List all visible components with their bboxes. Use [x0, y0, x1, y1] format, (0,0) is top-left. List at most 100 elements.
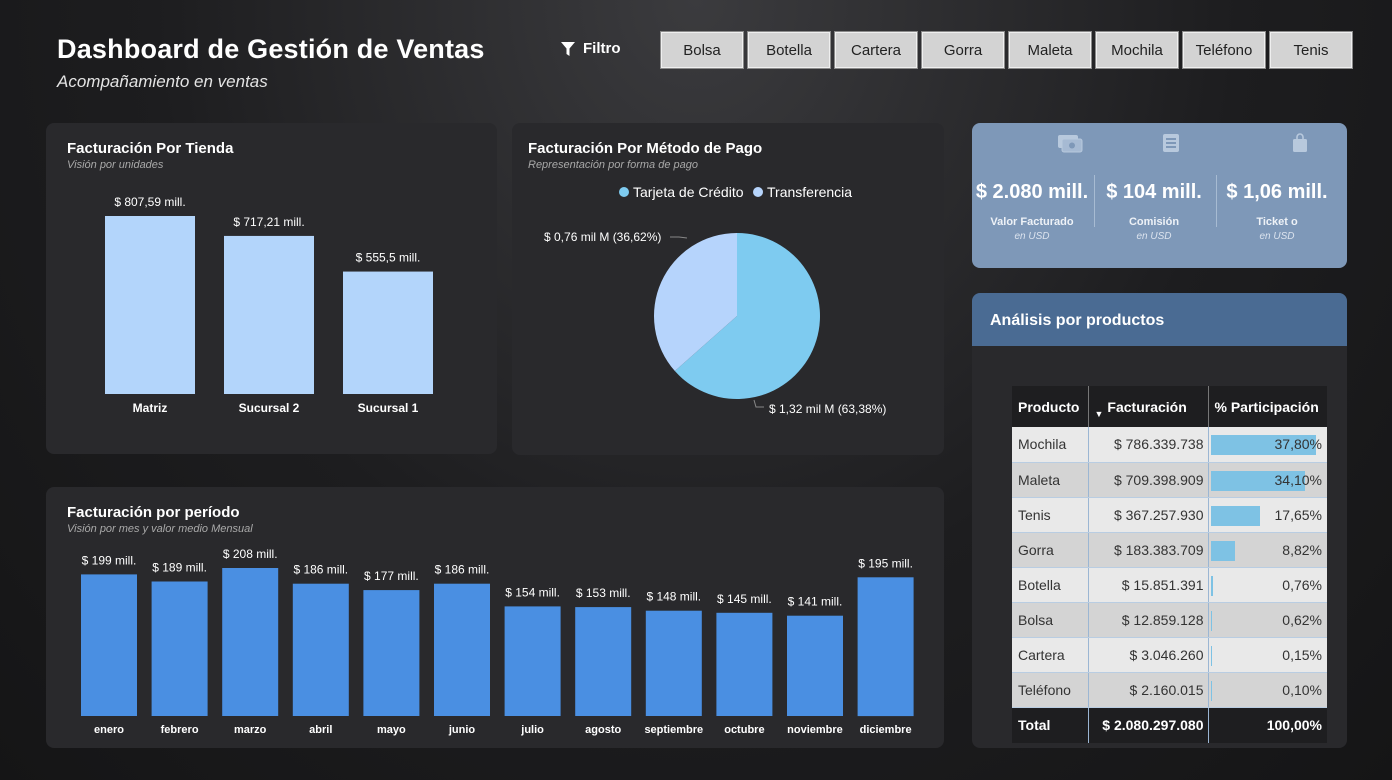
category-label: abril — [309, 724, 332, 736]
cell-participacion: 37,80% — [1208, 427, 1327, 463]
participation-bar — [1210, 610, 1213, 631]
slicer-button-gorra[interactable]: Gorra — [921, 31, 1005, 69]
slicer-button-cartera[interactable]: Cartera — [834, 31, 918, 69]
participation-bar — [1210, 505, 1260, 526]
bar — [787, 615, 843, 716]
cell-facturacion: $ 709.398.909 — [1088, 462, 1209, 498]
participation-value: 0,15% — [1282, 646, 1322, 663]
category-label: octubre — [724, 724, 764, 736]
participation-value: 0,10% — [1282, 681, 1322, 698]
category-label: septiembre — [644, 724, 703, 736]
participation-value: 17,65% — [1274, 506, 1322, 523]
column-header-participacion[interactable]: % Participación — [1208, 386, 1327, 427]
column-header-producto[interactable]: Producto — [1012, 386, 1089, 427]
bar — [363, 590, 420, 716]
participation-value: 0,62% — [1282, 611, 1322, 628]
payment-panel: Facturación Por Método de Pago Represent… — [512, 123, 944, 455]
data-label: $ 555,5 mill. — [356, 251, 421, 265]
data-label: $ 0,76 mil M (36,62%) — [544, 230, 661, 244]
cell-producto: Botella — [1012, 567, 1089, 603]
data-label: $ 807,59 mill. — [114, 195, 185, 209]
cell-facturacion: $ 183.383.709 — [1088, 532, 1209, 568]
legend-marker — [619, 187, 629, 197]
kpi-unit: en USD — [1014, 231, 1050, 242]
category-label: marzo — [234, 724, 267, 736]
cell-producto: Teléfono — [1012, 672, 1089, 708]
slicer-button-telefono[interactable]: Teléfono — [1182, 31, 1266, 69]
category-label: agosto — [585, 724, 621, 736]
filter-text: Filtro — [583, 40, 621, 57]
cell-facturacion: $ 786.339.738 — [1088, 427, 1209, 463]
category-label: diciembre — [860, 724, 912, 736]
bar — [343, 271, 433, 394]
data-label: $ 208 mill. — [223, 547, 278, 561]
sort-descending-icon: ▼ — [1094, 408, 1104, 419]
bar — [504, 606, 561, 716]
cell-participacion: 8,82% — [1208, 532, 1327, 568]
page-subtitle: Acompañamiento en ventas — [57, 72, 268, 91]
column-header-label: Facturación — [1107, 398, 1187, 415]
table-row[interactable]: Botella $ 15.851.391 0,76% — [1012, 567, 1327, 603]
data-label: $ 186 mill. — [293, 563, 348, 577]
category-label: Sucursal 2 — [239, 401, 300, 415]
table-row[interactable]: Tenis $ 367.257.930 17,65% — [1012, 497, 1327, 533]
table-row[interactable]: Maleta $ 709.398.909 34,10% — [1012, 462, 1327, 498]
category-label: enero — [94, 724, 124, 736]
table-row[interactable]: Gorra $ 183.383.709 8,82% — [1012, 532, 1327, 568]
shopping-bag-icon — [1293, 133, 1307, 152]
document-icon — [1163, 134, 1179, 152]
data-label: $ 141 mill. — [788, 595, 843, 609]
bar — [222, 568, 279, 716]
bar — [434, 583, 490, 716]
cell-participacion: 17,65% — [1208, 497, 1327, 533]
participation-value: 8,82% — [1282, 541, 1322, 558]
cell-facturacion: $ 367.257.930 — [1088, 497, 1209, 533]
participation-value: 0,76% — [1282, 576, 1322, 593]
data-label: $ 177 mill. — [364, 569, 419, 583]
column-header-facturacion[interactable]: ▼ Facturación — [1088, 386, 1209, 427]
period-panel: Facturación por período Visión por mes y… — [46, 487, 944, 748]
kpi-unit: en USD — [1136, 231, 1172, 242]
bar — [857, 577, 914, 717]
cell-participacion: 0,10% — [1208, 672, 1327, 708]
kpi-unit: en USD — [1259, 231, 1295, 242]
kpi-value: $ 104 mill. — [1106, 181, 1202, 203]
cell-participacion: 0,76% — [1208, 567, 1327, 603]
cell-producto: Tenis — [1012, 497, 1089, 533]
kpi-value: $ 2.080 mill. — [975, 181, 1089, 203]
table-row[interactable]: Mochila $ 786.339.738 37,80% — [1012, 427, 1327, 463]
table-row[interactable]: Bolsa $ 12.859.128 0,62% — [1012, 602, 1327, 638]
table-row[interactable]: Cartera $ 3.046.260 0,15% — [1012, 637, 1327, 673]
cell-producto: Bolsa — [1012, 602, 1089, 638]
data-label: $ 186 mill. — [435, 563, 490, 577]
category-label: febrero — [161, 724, 199, 736]
kpi-valor-facturado: $ 2.080 mill. Valor Facturado en USD — [972, 123, 1092, 268]
category-label: Matriz — [133, 401, 168, 415]
store-bar-chart: $ 807,59 mill. Matriz $ 717,21 mill. Sucurs… — [105, 195, 433, 415]
slicer-button-bolsa[interactable]: Bolsa — [660, 31, 744, 69]
cell-producto: Maleta — [1012, 462, 1089, 498]
payment-pie-chart: Tarjeta de Crédito Transferencia $ 1,32 mi… — [544, 184, 886, 416]
kpi-label: Valor Facturado — [990, 216, 1074, 228]
cell-producto: Mochila — [1012, 427, 1089, 463]
bar — [292, 583, 349, 716]
data-label: $ 189 mill. — [152, 561, 207, 575]
slicer-button-mochila[interactable]: Mochila — [1095, 31, 1179, 69]
period-bar-chart: $ 199 mill. enero $ 189 mill. febrero $ 208 … — [81, 547, 914, 736]
kpi-card: $ 2.080 mill. Valor Facturado en USD $ 1… — [972, 123, 1347, 268]
participation-bar — [1210, 575, 1213, 596]
participation-value: 34,10% — [1274, 471, 1322, 488]
slicer-button-botella[interactable]: Botella — [747, 31, 831, 69]
bar — [105, 216, 195, 394]
slicer-button-maleta[interactable]: Maleta — [1008, 31, 1092, 69]
data-label: $ 153 mill. — [576, 586, 631, 600]
cell-participacion: 34,10% — [1208, 462, 1327, 498]
category-label: mayo — [377, 724, 406, 736]
slicer-button-tenis[interactable]: Tenis — [1269, 31, 1353, 69]
kpi-label: Ticket o — [1256, 216, 1298, 228]
data-label: $ 195 mill. — [858, 556, 913, 570]
table-row[interactable]: Teléfono $ 2.160.015 0,10% — [1012, 672, 1327, 708]
leader-line — [670, 236, 688, 239]
legend-label: Tarjeta de Crédito — [633, 184, 744, 200]
total-label: Total — [1012, 707, 1089, 743]
